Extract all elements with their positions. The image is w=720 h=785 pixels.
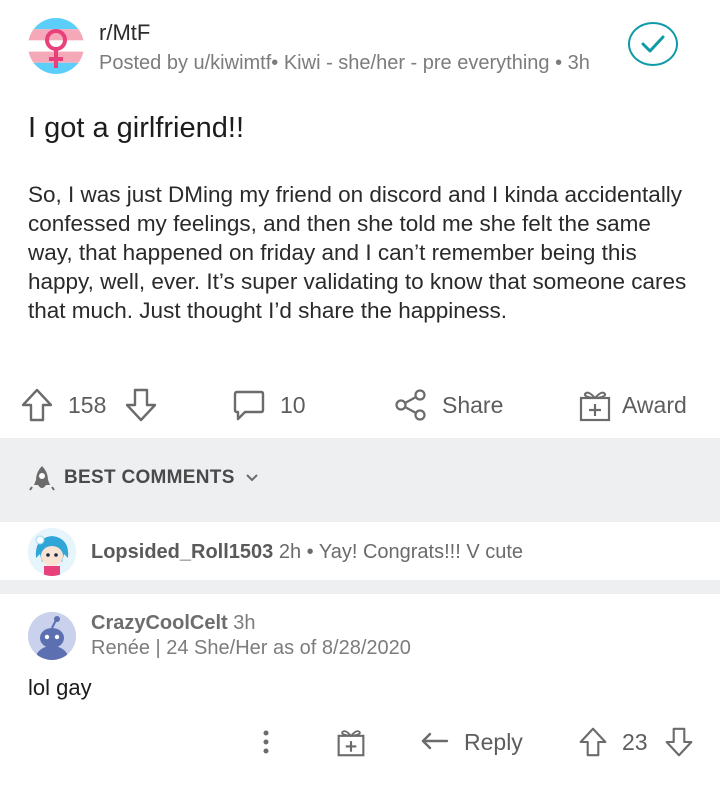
reply-arrow-icon [421,732,449,750]
award-label: Award [622,391,687,418]
comment-username[interactable]: Lopsided_Roll1503 [91,541,273,563]
post-title: I got a girlfriend!! [28,112,244,144]
upvote-button[interactable] [20,376,54,434]
rocket-icon [29,466,55,491]
avatar[interactable] [28,528,76,576]
subreddit-name[interactable]: r/MtF [99,20,150,46]
subreddit-icon[interactable] [28,18,84,74]
award-button[interactable]: Award [578,376,687,434]
arrow-up-icon [579,727,607,757]
comment-award-button[interactable] [336,718,366,766]
downvote-button[interactable] [124,376,158,434]
arrow-down-icon [125,388,157,422]
comment-age: 2h [278,541,302,563]
share-button[interactable]: Share [394,376,503,434]
share-icon [395,389,426,421]
arrow-up-icon [21,388,53,422]
reply-label: Reply [464,728,523,755]
joined-button[interactable] [628,22,678,66]
arrow-down-icon [665,727,693,757]
more-vertical-icon [263,730,269,754]
comment-preview: • Yay! Congrats!!! V cute [306,541,524,563]
comment-count: 10 [280,391,306,418]
reply-button[interactable]: Reply [420,718,523,766]
gift-icon [579,391,611,422]
share-label: Share [442,391,504,418]
post-meta[interactable]: Posted by u/kiwimtf• Kiwi - she/her - pr… [99,52,590,75]
vote-count: 158 [68,391,107,418]
comment-age: 3h [233,612,256,634]
comment-collapsed[interactable]: Lopsided_Roll1503 2h • Yay! Congrats!!! … [0,522,720,580]
comment-body: lol gay [28,675,92,700]
speech-bubble-icon [233,390,265,421]
comment-author-line: CrazyCoolCelt 3h [91,612,256,635]
post-header: r/MtF Posted by u/kiwimtf• Kiwi - she/he… [0,0,720,100]
sort-label: BEST COMMENTS [64,467,235,488]
user-flair: Renée | 24 She/Her as of 8/28/2020 [91,637,411,659]
comment-upvote-button[interactable] [578,718,608,766]
post-action-bar: 158 10 Share Award [0,376,720,434]
check-circle-icon [641,35,665,53]
comment-preview-line: Lopsided_Roll1503 2h • Yay! Congrats!!! … [91,541,523,564]
comment-score: 23 [622,728,648,755]
comment-username[interactable]: CrazyCoolCelt [91,612,228,634]
avatar[interactable] [28,612,76,660]
post-body: So, I was just DMing my friend on discor… [28,182,687,323]
comment-action-bar: Reply 23 [0,718,720,766]
gift-icon [337,730,365,757]
comment-downvote-button[interactable] [664,718,694,766]
comment-divider [0,580,720,594]
chevron-down-icon [245,474,258,482]
more-options-button[interactable] [256,718,276,766]
sort-dropdown[interactable]: BEST COMMENTS [28,464,259,492]
comments-button[interactable]: 10 [232,376,306,434]
